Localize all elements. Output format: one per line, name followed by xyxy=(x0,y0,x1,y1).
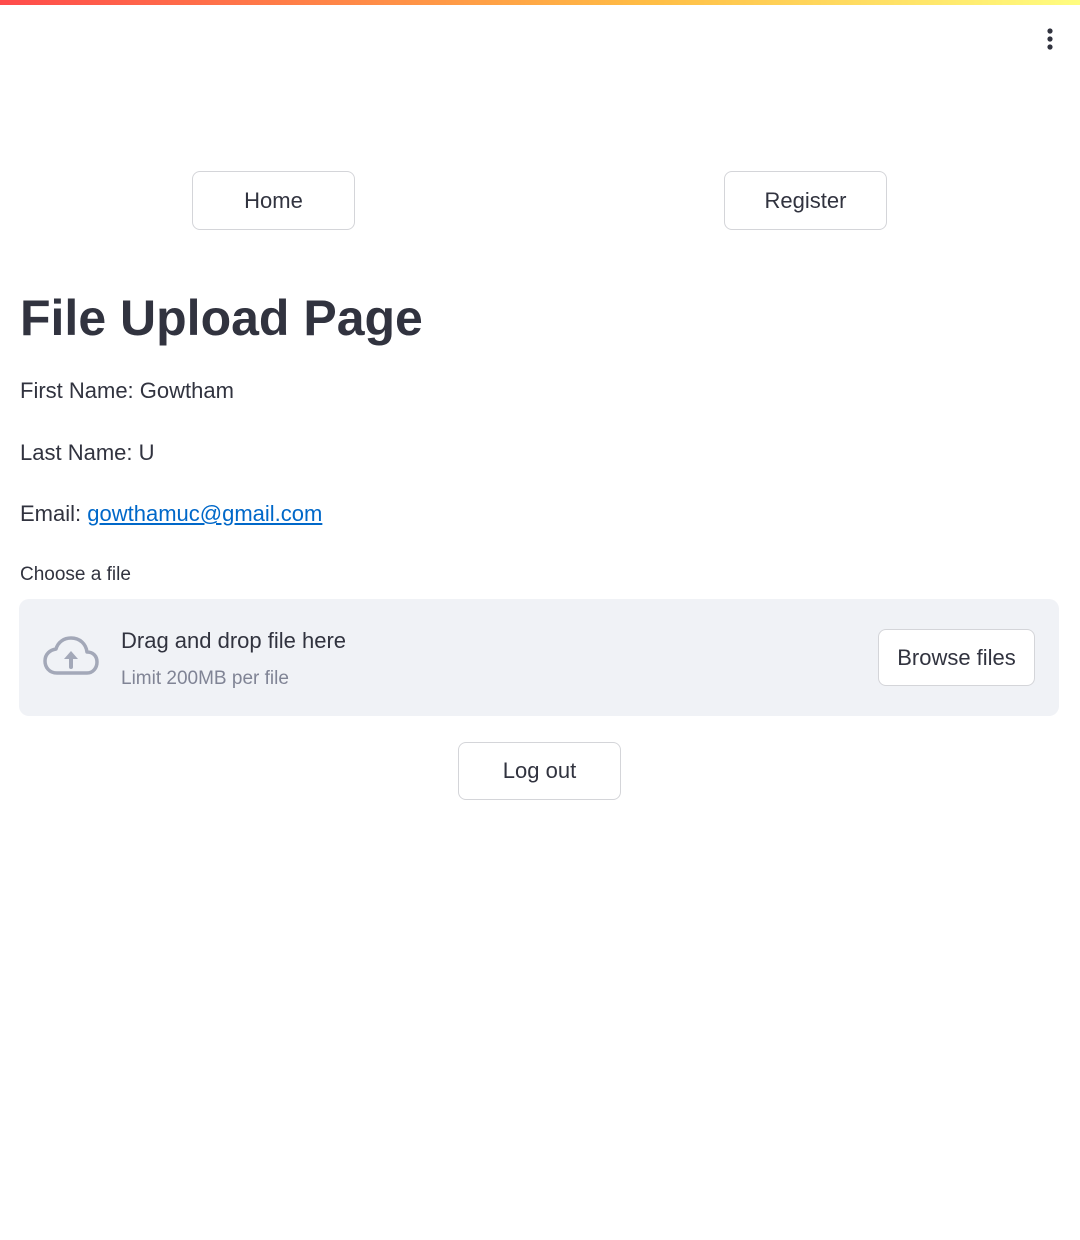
main-menu-button[interactable] xyxy=(1032,22,1068,56)
dropzone-limit: Limit 200MB per file xyxy=(121,668,289,689)
last-name-value: U xyxy=(138,440,155,465)
first-name-label: First Name: xyxy=(20,378,140,403)
home-button[interactable]: Home xyxy=(192,171,355,230)
file-dropzone[interactable]: Drag and drop file here Limit 200MB per … xyxy=(19,599,1059,716)
first-name-value: Gowtham xyxy=(139,378,234,403)
logout-button[interactable]: Log out xyxy=(458,742,621,800)
last-name-line: Last Name: U xyxy=(20,438,155,468)
email-link[interactable]: gowthamuc@gmail.com xyxy=(87,501,322,526)
header-decoration-bar xyxy=(0,0,1080,5)
first-name-line: First Name: Gowtham xyxy=(20,376,234,406)
page-title: File Upload Page xyxy=(20,290,423,346)
email-label: Email: xyxy=(20,501,88,526)
browse-files-button[interactable]: Browse files xyxy=(878,629,1035,686)
register-button[interactable]: Register xyxy=(724,171,887,230)
cloud-upload-icon xyxy=(43,636,99,675)
dropzone-title: Drag and drop file here xyxy=(121,628,347,653)
file-uploader-label: Choose a file xyxy=(20,564,131,585)
email-line: Email: gowthamuc@gmail.com xyxy=(20,499,322,529)
kebab-menu-icon xyxy=(1047,28,1053,50)
last-name-label: Last Name: xyxy=(20,440,139,465)
